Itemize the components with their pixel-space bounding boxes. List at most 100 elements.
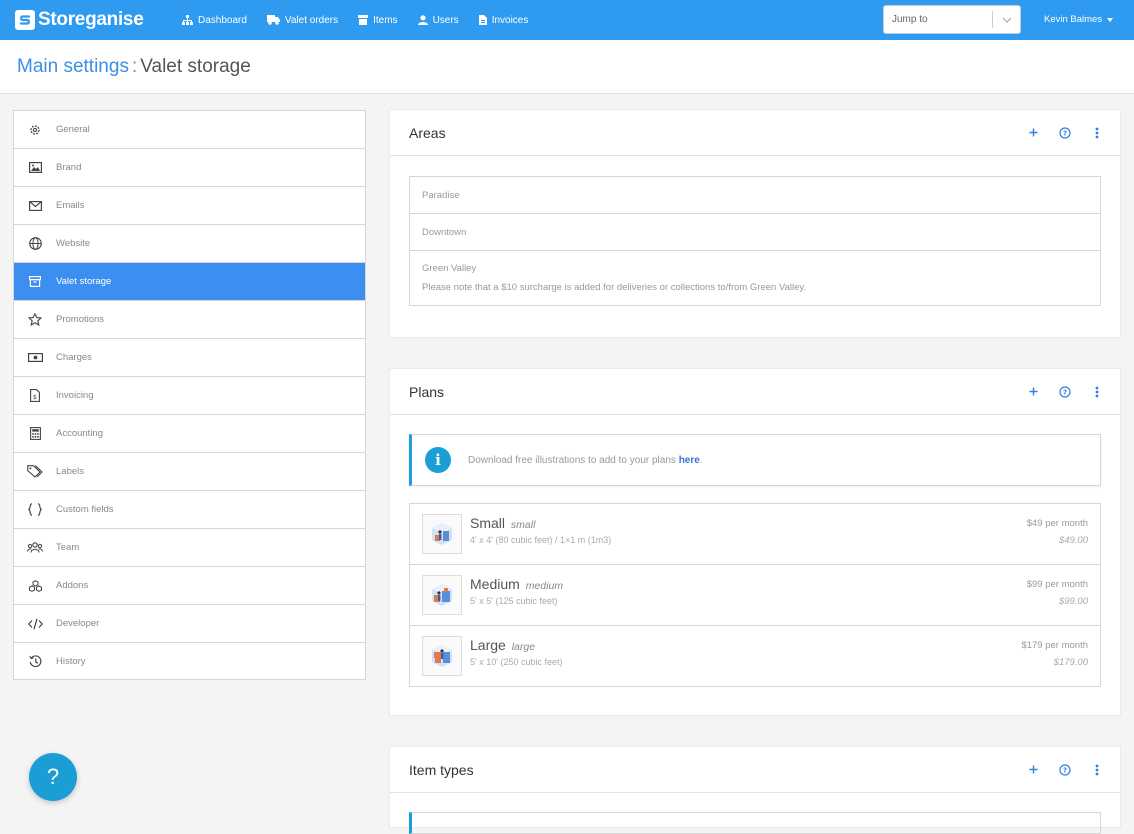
- plan-illustration-icon: [422, 514, 462, 554]
- alert-link[interactable]: here: [679, 455, 700, 466]
- sidebar-item-labels[interactable]: Labels: [14, 453, 365, 491]
- more-vertical-icon[interactable]: [1090, 764, 1104, 776]
- cubes-icon: [27, 579, 43, 592]
- svg-text:?: ?: [1063, 129, 1067, 137]
- more-vertical-icon[interactable]: [1090, 386, 1104, 398]
- star-icon: [27, 313, 43, 326]
- plan-illustration-icon: [422, 575, 462, 615]
- sidebar-item-label: Promotions: [56, 314, 105, 325]
- sidebar-item-addons[interactable]: Addons: [14, 567, 365, 605]
- user-menu[interactable]: Kevin Balmes: [1044, 14, 1114, 25]
- area-name: Green Valley: [422, 263, 477, 274]
- plan-title: Small: [470, 515, 506, 531]
- gear-icon: [27, 124, 43, 136]
- brand-name: Storeganise: [38, 9, 144, 30]
- sidebar-item-label: Brand: [56, 162, 82, 173]
- more-vertical-icon[interactable]: [1090, 127, 1104, 139]
- envelope-icon: [27, 200, 43, 211]
- sidebar-item-custom-fields[interactable]: Custom fields: [14, 491, 365, 529]
- sidebar-item-developer[interactable]: Developer: [14, 605, 365, 643]
- plan-description: 4' x 4' (80 cubic feet) / 1×1 m (1m3): [470, 535, 612, 545]
- sidebar-item-promotions[interactable]: Promotions: [14, 301, 365, 339]
- sidebar-item-history[interactable]: History: [14, 643, 365, 679]
- box-icon: [358, 15, 369, 25]
- chevron-down-icon[interactable]: [993, 17, 1020, 23]
- sidebar-item-accounting[interactable]: Accounting: [14, 415, 365, 453]
- sidebar-item-charges[interactable]: Charges: [14, 339, 365, 377]
- item-types-alert: [409, 812, 1101, 834]
- sidebar-item-label: Addons: [56, 580, 89, 591]
- user-name: Kevin Balmes: [1044, 14, 1103, 25]
- list-item[interactable]: Green Valley Please note that a $10 surc…: [410, 251, 1100, 305]
- help-icon[interactable]: ?: [1058, 763, 1072, 776]
- sidebar-item-team[interactable]: Team: [14, 529, 365, 567]
- sidebar-item-label: Accounting: [56, 428, 104, 439]
- sidebar-item-label: Custom fields: [56, 504, 114, 515]
- sidebar-item-label: History: [56, 655, 86, 667]
- list-item[interactable]: Paradise: [410, 177, 1100, 214]
- breadcrumb-separator: :: [131, 56, 138, 77]
- nav-dashboard[interactable]: Dashboard: [182, 15, 247, 26]
- sidebar-item-valet-storage[interactable]: Valet storage: [14, 263, 365, 301]
- plan-name: Large large: [470, 637, 535, 653]
- sidebar-item-label: Valet storage: [56, 276, 112, 287]
- help-button[interactable]: ?: [29, 753, 77, 801]
- plan-row[interactable]: Large large 5' x 10' (250 cubic feet) $1…: [410, 626, 1100, 686]
- plan-price: $49 per month: [1026, 518, 1088, 529]
- areas-card-header: Areas ?: [390, 110, 1120, 156]
- nav-valet-orders-label: Valet orders: [284, 14, 339, 26]
- plan-code: medium: [525, 580, 564, 592]
- settings-sidebar: General Brand Emails Website Valet stora…: [13, 110, 366, 680]
- jump-to-select[interactable]: Jump to: [883, 5, 1021, 34]
- plan-row[interactable]: Small small 4' x 4' (80 cubic feet) / 1×…: [410, 504, 1100, 565]
- image-icon: [27, 162, 43, 173]
- info-alert: i Download free illustrations to add to …: [409, 434, 1101, 486]
- sidebar-item-brand[interactable]: Brand: [14, 149, 365, 187]
- page-title: Main settings: Valet storage: [17, 56, 251, 78]
- plan-name: Medium medium: [470, 576, 563, 592]
- areas-card: Areas ? Paradise Downtown Green Valley P…: [390, 110, 1120, 337]
- plans-card: Plans ? i Download free illustrations to…: [390, 369, 1120, 715]
- list-item[interactable]: Downtown: [410, 214, 1100, 251]
- sidebar-item-label: Invoicing: [56, 390, 94, 401]
- truck-icon: [266, 15, 280, 25]
- sidebar-item-label: Website: [56, 238, 91, 249]
- sidebar-item-website[interactable]: Website: [14, 225, 365, 263]
- alert-suffix: .: [699, 454, 703, 466]
- sitemap-icon: [182, 15, 193, 25]
- areas-title: Areas: [409, 124, 446, 141]
- plan-title: Large: [470, 637, 506, 653]
- sidebar-item-general[interactable]: General: [14, 111, 365, 149]
- plan-title: Medium: [470, 576, 520, 592]
- svg-text:?: ?: [1063, 766, 1067, 774]
- add-icon[interactable]: [1026, 387, 1040, 396]
- plan-row[interactable]: Medium medium 5' x 5' (125 cubic feet) $…: [410, 565, 1100, 626]
- plan-price: $179 per month: [1021, 640, 1088, 651]
- nav-valet-orders[interactable]: Valet orders: [266, 14, 339, 26]
- help-icon[interactable]: ?: [1058, 126, 1072, 139]
- add-icon[interactable]: [1026, 128, 1040, 137]
- user-icon: [417, 15, 428, 25]
- nav-users-label: Users: [432, 14, 459, 26]
- nav-invoices[interactable]: Invoices: [478, 15, 528, 26]
- sidebar-item-label: Labels: [56, 466, 84, 477]
- item-types-title: Item types: [409, 761, 474, 778]
- brand-logo[interactable]: Storeganise: [15, 9, 144, 31]
- areas-actions: ?: [1008, 110, 1104, 155]
- plan-amount: $99.00: [1058, 596, 1088, 607]
- nav-items[interactable]: Items: [358, 15, 398, 26]
- main-nav: Dashboard Valet orders Items Users Invoi…: [182, 0, 548, 40]
- nav-dashboard-label: Dashboard: [198, 14, 247, 26]
- code-icon: [27, 618, 43, 630]
- help-icon[interactable]: ?: [1058, 385, 1072, 398]
- sidebar-item-emails[interactable]: Emails: [14, 187, 365, 225]
- plan-amount: $179.00: [1053, 657, 1088, 668]
- logo-icon: [15, 10, 35, 30]
- plans-title: Plans: [409, 383, 445, 400]
- banknote-icon: [27, 353, 43, 362]
- breadcrumb-main-settings[interactable]: Main settings: [17, 56, 129, 77]
- add-icon[interactable]: [1026, 765, 1040, 774]
- nav-users[interactable]: Users: [417, 14, 459, 26]
- sidebar-item-invoicing[interactable]: $ Invoicing: [14, 377, 365, 415]
- plan-name: Small small: [470, 515, 535, 531]
